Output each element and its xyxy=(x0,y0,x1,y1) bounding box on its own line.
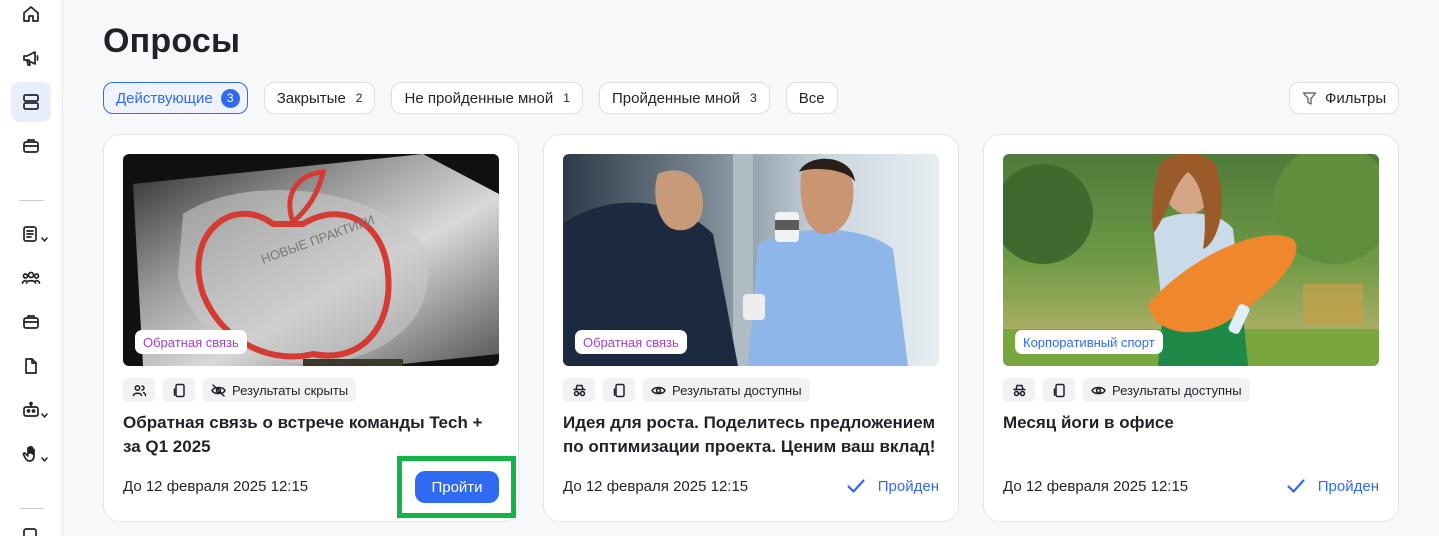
results-visibility-label: Результаты скрыты xyxy=(232,382,349,398)
tab-label: Пройденные мной xyxy=(611,89,741,107)
poll-status-label: Пройден xyxy=(877,477,939,495)
tab-passed[interactable]: Пройденные мной 3 xyxy=(598,82,770,114)
poll-title: Обратная связь о встрече команды Tech + … xyxy=(123,413,483,456)
tab-label: Все xyxy=(798,89,825,107)
sidebar-item-gestures[interactable] xyxy=(11,434,51,474)
chevron-down-icon xyxy=(41,230,48,242)
anonymity-chip xyxy=(563,378,595,402)
results-visibility-chip: Результаты доступны xyxy=(1083,378,1250,402)
category-badge: Корпоративный спорт xyxy=(1015,330,1163,354)
sidebar-item-people[interactable] xyxy=(11,258,51,298)
people-icon xyxy=(21,271,41,284)
hand-icon xyxy=(22,445,35,462)
poll-completed-status: Пройден xyxy=(1286,476,1379,496)
results-visibility-label: Результаты доступны xyxy=(1112,382,1242,398)
page-title: Опросы xyxy=(103,22,241,60)
device-chip xyxy=(1043,378,1075,402)
tab-all[interactable]: Все xyxy=(785,82,838,114)
briefcase-icon xyxy=(23,139,39,153)
document-list-icon xyxy=(23,226,37,242)
take-poll-button[interactable]: Пройти xyxy=(415,471,499,503)
filters-label: Фильтры xyxy=(1325,89,1387,107)
poll-deadline: До 12 февраля 2025 12:15 xyxy=(563,478,749,495)
mobile-icon xyxy=(173,383,185,397)
sidebar-item-work[interactable] xyxy=(11,302,51,342)
category-badge: Обратная связь xyxy=(135,330,247,354)
tab-label: Действующие xyxy=(116,89,213,107)
poll-attributes: Результаты доступны xyxy=(1003,378,1250,402)
poll-card-image: Обратная связь xyxy=(563,154,939,366)
poll-card[interactable]: НОВЫЕ ПРАКТИКИ Обратная связь Результаты… xyxy=(103,134,519,522)
briefcase-icon xyxy=(23,315,39,329)
robot-icon xyxy=(23,401,39,417)
poll-title: Месяц йоги в офисе xyxy=(1003,413,1174,432)
sidebar-item-files[interactable] xyxy=(11,346,51,386)
eye-off-icon xyxy=(211,383,226,397)
tab-count-badge: 2 xyxy=(355,91,363,105)
incognito-icon xyxy=(572,384,586,396)
tab-count-badge: 3 xyxy=(220,88,240,108)
sidebar-item-documents[interactable] xyxy=(11,214,51,254)
filters-button[interactable]: Фильтры xyxy=(1289,82,1399,114)
filter-icon xyxy=(1302,91,1317,105)
poll-card[interactable]: Корпоративный спорт Результаты доступны … xyxy=(983,134,1399,522)
eye-icon xyxy=(651,386,666,394)
filter-tabs: Действующие 3 Закрытые 2 Не пройденные м… xyxy=(103,82,838,114)
sidebar-item-services[interactable] xyxy=(11,126,51,166)
device-chip xyxy=(603,378,635,402)
anonymity-chip xyxy=(1003,378,1035,402)
audience-chip xyxy=(123,378,155,402)
sidebar xyxy=(0,0,63,536)
poll-title: Идея для роста. Поделитесь предложением … xyxy=(563,413,936,456)
checkmark-icon xyxy=(847,479,865,493)
tab-label: Не пройденные мной xyxy=(404,89,554,107)
mobile-icon xyxy=(1053,383,1065,397)
chevron-down-icon xyxy=(41,450,48,462)
device-chip xyxy=(163,378,195,402)
people-icon xyxy=(132,384,146,396)
document-list-icon xyxy=(23,528,37,536)
tab-label: Закрытые xyxy=(276,89,346,107)
file-icon xyxy=(25,358,37,374)
megaphone-icon xyxy=(23,51,39,66)
polls-icon xyxy=(23,94,39,110)
poll-attributes: Результаты доступны xyxy=(563,378,810,402)
poll-card[interactable]: Обратная связь Результаты доступны Идея … xyxy=(543,134,959,522)
tab-count-badge: 1 xyxy=(563,91,570,105)
sidebar-item-home[interactable] xyxy=(11,0,51,34)
poll-card-image: Корпоративный спорт xyxy=(1003,154,1379,366)
sidebar-item-bots[interactable] xyxy=(11,390,51,430)
poll-deadline: До 12 февраля 2025 12:15 xyxy=(123,478,309,495)
mobile-icon xyxy=(613,383,625,397)
poll-card-image: НОВЫЕ ПРАКТИКИ Обратная связь xyxy=(123,154,499,366)
sidebar-divider xyxy=(19,508,44,509)
home-icon xyxy=(23,6,39,22)
sidebar-item-polls[interactable] xyxy=(11,82,51,122)
results-visibility-chip: Результаты доступны xyxy=(643,378,810,402)
poll-status-label: Пройден xyxy=(1317,477,1379,495)
poll-attributes: Результаты скрыты xyxy=(123,378,357,402)
sidebar-item-news[interactable] xyxy=(11,38,51,78)
category-badge: Обратная связь xyxy=(575,330,687,354)
checkmark-icon xyxy=(1287,479,1305,493)
incognito-icon xyxy=(1012,384,1026,396)
poll-completed-status: Пройден xyxy=(846,476,939,496)
poll-deadline: До 12 февраля 2025 12:15 xyxy=(1003,478,1189,495)
tab-count-badge: 3 xyxy=(750,91,757,105)
sidebar-item-more[interactable] xyxy=(11,516,51,536)
tab-active[interactable]: Действующие 3 xyxy=(103,82,248,114)
chevron-down-icon xyxy=(41,406,48,418)
sidebar-divider xyxy=(19,200,44,201)
results-visibility-label: Результаты доступны xyxy=(672,382,802,398)
tab-not-passed[interactable]: Не пройденные мной 1 xyxy=(391,82,583,114)
eye-icon xyxy=(1091,386,1106,394)
tab-closed[interactable]: Закрытые 2 xyxy=(263,82,376,114)
results-visibility-chip: Результаты скрыты xyxy=(203,378,357,402)
